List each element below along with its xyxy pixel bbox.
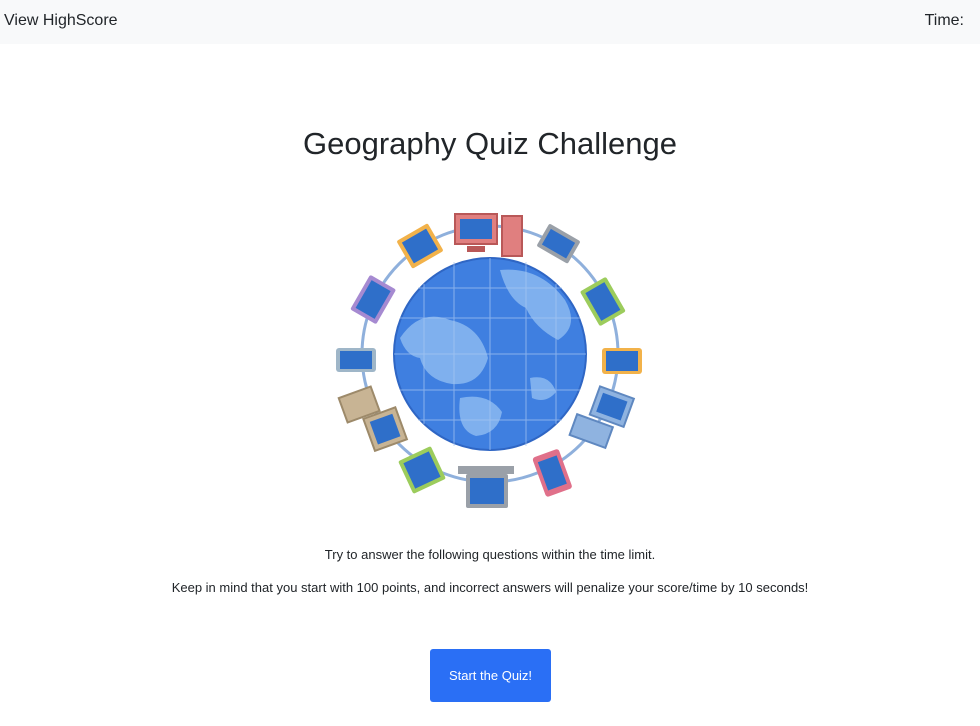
timer-label: Time: xyxy=(924,12,964,29)
instruction-time-limit: Try to answer the following questions wi… xyxy=(324,547,656,562)
instruction-penalty: Keep in mind that you start with 100 poi… xyxy=(171,580,809,595)
navbar: View HighScore Time: xyxy=(0,0,980,44)
page-title: Geography Quiz Challenge xyxy=(303,126,677,161)
start-quiz-button[interactable]: Start the Quiz! xyxy=(430,649,551,702)
view-highscore-link[interactable]: View HighScore xyxy=(4,11,118,31)
globe-with-devices-icon xyxy=(336,213,642,508)
